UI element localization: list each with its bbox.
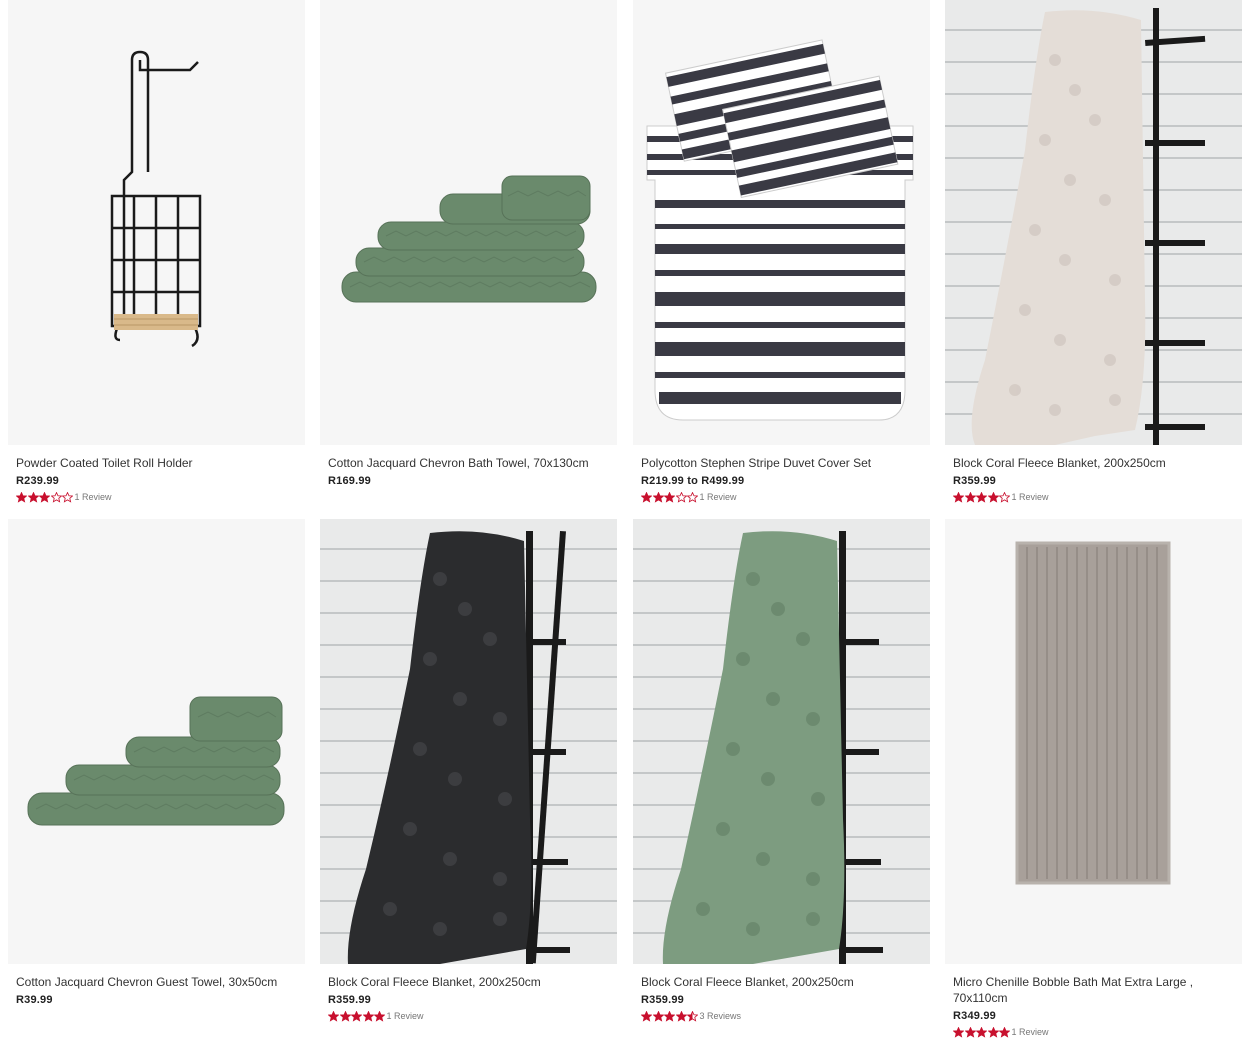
review-count-link[interactable]: 1 Review: [75, 492, 112, 502]
product-name[interactable]: Block Coral Fleece Blanket, 200x250cm: [953, 455, 1234, 471]
star-filled-icon: [976, 1026, 987, 1038]
review-count-link[interactable]: 3 Reviews: [700, 1011, 742, 1021]
toilet-roll-holder-icon: [8, 0, 305, 445]
star-filled-icon: [328, 1010, 339, 1022]
product-name[interactable]: Powder Coated Toilet Roll Holder: [16, 455, 297, 471]
product-image[interactable]: [8, 519, 305, 964]
review-count-link[interactable]: 1 Review: [1012, 1027, 1049, 1037]
star-rating: [641, 491, 699, 503]
product-price: R39.99: [16, 994, 53, 1006]
star-filled-icon: [675, 1010, 687, 1022]
product-card[interactable]: Micro Chenille Bobble Bath Mat Extra Lar…: [945, 519, 1242, 1038]
product-image[interactable]: [945, 519, 1242, 964]
product-card[interactable]: Cotton Jacquard Chevron Bath Towel, 70x1…: [320, 0, 617, 487]
star-empty-icon: [687, 491, 698, 503]
star-filled-icon: [362, 1010, 374, 1022]
product-rating: 1 Review: [953, 1026, 1234, 1038]
product-price: R349.99: [953, 1010, 996, 1022]
product-price: R359.99: [328, 994, 371, 1006]
star-filled-icon: [641, 1010, 652, 1022]
product-card[interactable]: Polycotton Stephen Stripe Duvet Cover Se…: [633, 0, 930, 503]
product-image[interactable]: [320, 0, 617, 445]
star-filled-icon: [953, 1026, 964, 1038]
product-image[interactable]: [633, 0, 930, 445]
cream-blanket-on-ladder-icon: [945, 0, 1242, 445]
star-rating: [16, 491, 74, 503]
product-card[interactable]: Block Coral Fleece Blanket, 200x250cm R3…: [945, 0, 1242, 503]
star-rating: [953, 1026, 1011, 1038]
star-filled-icon: [339, 1010, 351, 1022]
review-count-link[interactable]: 1 Review: [387, 1011, 424, 1021]
star-filled-icon: [664, 1010, 675, 1022]
product-name[interactable]: Block Coral Fleece Blanket, 200x250cm: [328, 974, 609, 990]
product-price: R239.99: [16, 475, 59, 487]
review-count-link[interactable]: 1 Review: [700, 492, 737, 502]
product-price: R169.99: [328, 475, 371, 487]
product-rating: 1 Review: [953, 491, 1234, 503]
star-filled-icon: [999, 1026, 1010, 1038]
product-card[interactable]: Cotton Jacquard Chevron Guest Towel, 30x…: [8, 519, 305, 1006]
product-price: R359.99: [641, 994, 684, 1006]
product-rating: 1 Review: [16, 491, 297, 503]
star-empty-icon: [999, 491, 1010, 503]
star-filled-icon: [976, 491, 987, 503]
star-filled-icon: [351, 1010, 362, 1022]
star-filled-icon: [652, 1010, 664, 1022]
product-image[interactable]: [633, 519, 930, 964]
star-rating: [328, 1010, 386, 1022]
green-towel-stack-icon: [8, 519, 305, 964]
green-blanket-on-ladder-icon: [633, 519, 930, 964]
review-count-link[interactable]: 1 Review: [1012, 492, 1049, 502]
product-rating: 1 Review: [328, 1010, 609, 1022]
product-name[interactable]: Polycotton Stephen Stripe Duvet Cover Se…: [641, 455, 922, 471]
product-rating: 1 Review: [641, 491, 922, 503]
star-filled-icon: [664, 491, 675, 503]
star-filled-icon: [27, 491, 39, 503]
star-filled-icon: [953, 491, 964, 503]
star-filled-icon: [964, 1026, 976, 1038]
star-empty-icon: [675, 491, 687, 503]
product-name[interactable]: Cotton Jacquard Chevron Bath Towel, 70x1…: [328, 455, 609, 471]
star-empty-icon: [62, 491, 73, 503]
grey-bath-mat-icon: [945, 519, 1242, 964]
black-blanket-on-ladder-icon: [320, 519, 617, 964]
star-filled-icon: [987, 1026, 999, 1038]
star-filled-icon: [652, 491, 664, 503]
product-rating: 3 Reviews: [641, 1010, 922, 1022]
striped-duvet-icon: [633, 0, 930, 445]
product-grid: Powder Coated Toilet Roll Holder R239.99…: [0, 0, 1250, 1054]
star-filled-icon: [39, 491, 50, 503]
star-rating: [953, 491, 1011, 503]
product-card[interactable]: Powder Coated Toilet Roll Holder R239.99…: [8, 0, 305, 503]
product-image[interactable]: [8, 0, 305, 445]
product-card[interactable]: Block Coral Fleece Blanket, 200x250cm R3…: [633, 519, 930, 1022]
product-price: R219.99 to R499.99: [641, 475, 745, 487]
star-empty-icon: [50, 491, 62, 503]
product-name[interactable]: Micro Chenille Bobble Bath Mat Extra Lar…: [953, 974, 1234, 1006]
product-price: R359.99: [953, 475, 996, 487]
product-image[interactable]: [320, 519, 617, 964]
star-filled-icon: [641, 491, 652, 503]
star-filled-icon: [987, 491, 999, 503]
green-towel-stack-icon: [320, 0, 617, 445]
star-filled-icon: [16, 491, 27, 503]
star-half-icon: [687, 1010, 698, 1022]
product-name[interactable]: Block Coral Fleece Blanket, 200x250cm: [641, 974, 922, 990]
product-image[interactable]: [945, 0, 1242, 445]
star-filled-icon: [374, 1010, 385, 1022]
star-filled-icon: [964, 491, 976, 503]
product-name[interactable]: Cotton Jacquard Chevron Guest Towel, 30x…: [16, 974, 297, 990]
product-card[interactable]: Block Coral Fleece Blanket, 200x250cm R3…: [320, 519, 617, 1022]
star-rating: [641, 1010, 699, 1022]
